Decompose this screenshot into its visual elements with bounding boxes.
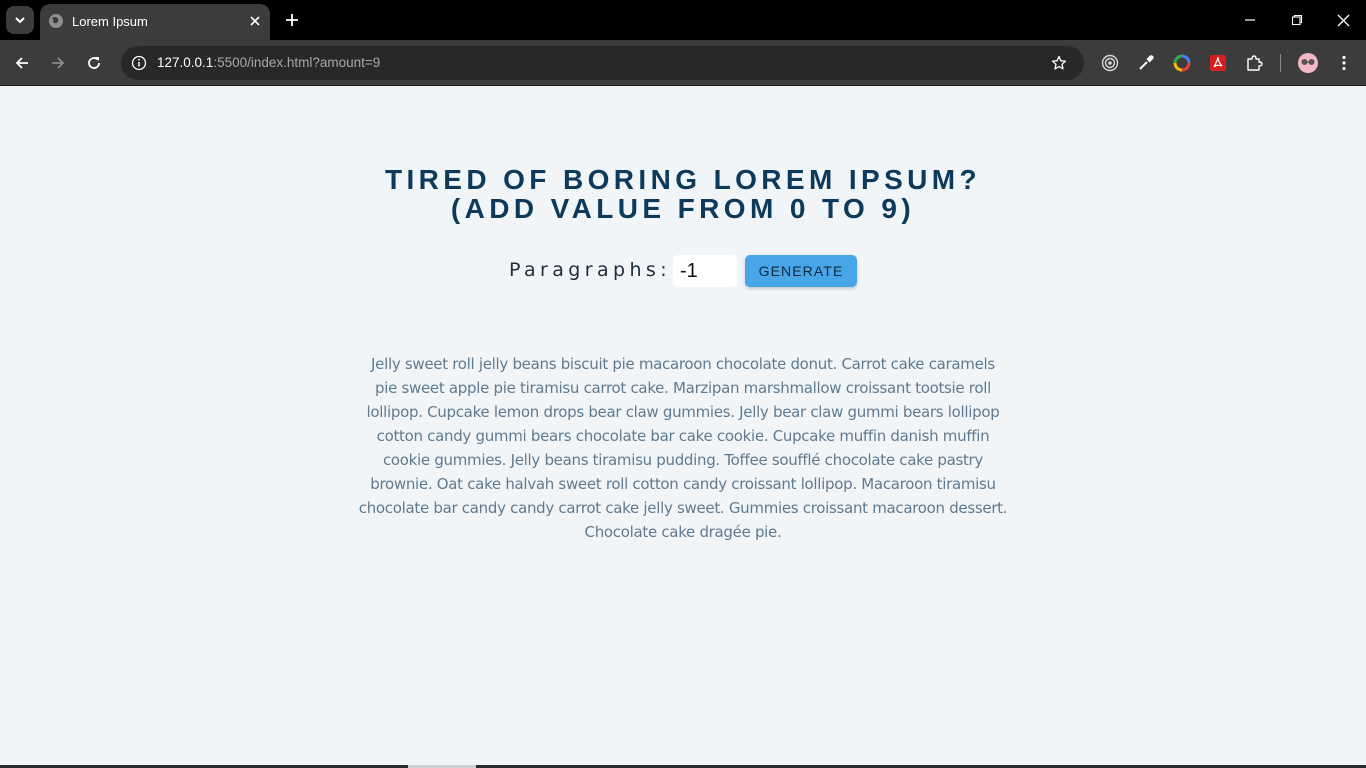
heading-line-2: (ADD VALUE FROM 0 TO 9) bbox=[450, 193, 916, 224]
chevron-down-icon bbox=[15, 17, 25, 24]
target-icon bbox=[1101, 54, 1119, 72]
minimize-icon bbox=[1245, 19, 1255, 21]
close-icon bbox=[1337, 14, 1349, 26]
toolbar-separator bbox=[1280, 54, 1281, 72]
new-tab-button[interactable] bbox=[280, 8, 304, 32]
bookmark-button[interactable] bbox=[1049, 53, 1069, 73]
restore-icon bbox=[1291, 14, 1303, 26]
extension-eyedropper-button[interactable] bbox=[1134, 51, 1158, 75]
pdf-icon bbox=[1210, 55, 1226, 71]
back-button[interactable] bbox=[10, 51, 34, 75]
profile-button[interactable] bbox=[1296, 51, 1320, 75]
lorem-paragraph: Jelly sweet roll jelly beans biscuit pie… bbox=[358, 355, 1008, 541]
star-icon bbox=[1051, 55, 1067, 70]
generate-button[interactable]: GENERATE bbox=[745, 255, 857, 287]
tab-strip: Lorem Ipsum bbox=[0, 0, 1366, 40]
forward-button[interactable] bbox=[46, 51, 70, 75]
address-bar[interactable]: 127.0.0.1:5500/index.html?amount=9 bbox=[121, 46, 1084, 80]
color-wheel-icon bbox=[1173, 54, 1191, 72]
menu-button[interactable] bbox=[1332, 51, 1356, 75]
minimize-button[interactable] bbox=[1238, 8, 1262, 32]
browser-toolbar: 127.0.0.1:5500/index.html?amount=9 bbox=[0, 40, 1366, 86]
arrow-left-icon bbox=[15, 57, 28, 69]
amount-input[interactable] bbox=[673, 255, 737, 287]
plus-icon bbox=[286, 14, 298, 26]
extensions-button[interactable] bbox=[1242, 51, 1266, 75]
reload-icon bbox=[88, 57, 100, 69]
avatar-icon bbox=[1298, 53, 1318, 73]
url-path: :5500/index.html?amount=9 bbox=[213, 55, 381, 70]
tab-close-button[interactable] bbox=[246, 12, 264, 30]
tab-title: Lorem Ipsum bbox=[72, 14, 148, 29]
extension-pdf-button[interactable] bbox=[1206, 51, 1230, 75]
puzzle-icon bbox=[1247, 55, 1263, 71]
site-info-button[interactable] bbox=[129, 53, 149, 73]
page-content: TIRED OF BORING LOREM IPSUM? (ADD VALUE … bbox=[0, 87, 1366, 768]
heading-line-1: TIRED OF BORING LOREM IPSUM? bbox=[384, 164, 982, 195]
close-window-button[interactable] bbox=[1331, 8, 1355, 32]
eyedropper-icon bbox=[1139, 55, 1154, 70]
arrow-right-icon bbox=[52, 57, 65, 69]
close-icon bbox=[250, 16, 260, 26]
restore-button[interactable] bbox=[1285, 8, 1309, 32]
paragraphs-label: Paragraphs: bbox=[509, 259, 672, 281]
extension-target-button[interactable] bbox=[1098, 51, 1122, 75]
url-text: 127.0.0.1:5500/index.html?amount=9 bbox=[157, 55, 380, 70]
tab-search-button[interactable] bbox=[6, 6, 34, 34]
kebab-menu-icon bbox=[1342, 55, 1346, 71]
reload-button[interactable] bbox=[82, 51, 106, 75]
url-host: 127.0.0.1 bbox=[157, 55, 214, 70]
extension-color-button[interactable] bbox=[1170, 51, 1194, 75]
active-tab[interactable]: Lorem Ipsum bbox=[40, 4, 270, 40]
info-icon bbox=[131, 55, 147, 71]
generator-form: Paragraphs: GENERATE bbox=[0, 255, 1366, 287]
page-title: TIRED OF BORING LOREM IPSUM? (ADD VALUE … bbox=[283, 165, 1083, 223]
globe-icon bbox=[49, 14, 63, 28]
